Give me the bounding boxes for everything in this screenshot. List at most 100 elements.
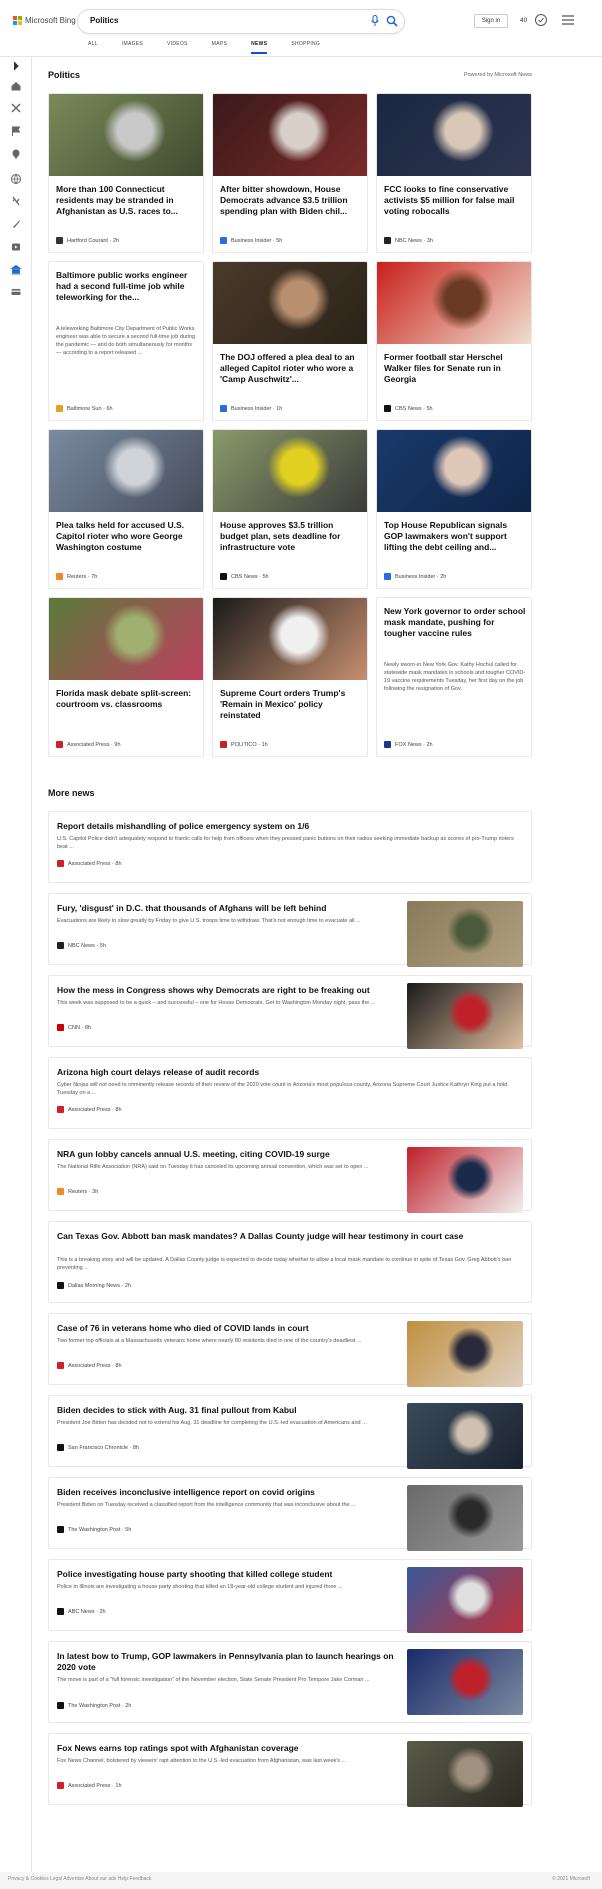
source-name[interactable]: The Washington Post <box>68 1703 120 1709</box>
more-news-title-link[interactable]: Biden receives inconclusive intelligence… <box>57 1487 397 1498</box>
news-card-title[interactable]: More than 100 Connecticut residents may … <box>56 184 198 217</box>
tab-all[interactable]: ALL <box>88 41 98 54</box>
source-name[interactable]: Reuters <box>67 574 86 580</box>
more-news-item[interactable]: Fox News earns top ratings spot with Afg… <box>48 1733 532 1807</box>
bank-icon[interactable] <box>10 264 22 276</box>
news-card-image[interactable] <box>377 94 531 176</box>
more-news-item[interactable]: How the mess in Congress shows why Democ… <box>48 975 532 1049</box>
tab-shopping[interactable]: SHOPPING <box>291 41 320 54</box>
more-news-title-link[interactable]: Report details mishandling of police eme… <box>57 821 523 832</box>
home-icon[interactable] <box>10 80 22 92</box>
more-news-title-link[interactable]: Police investigating house party shootin… <box>57 1569 397 1580</box>
source-name[interactable]: San Francisco Chronicle <box>68 1445 128 1451</box>
news-card-title[interactable]: FCC looks to fine conservative activists… <box>384 184 526 217</box>
source-name[interactable]: Business Insider <box>231 406 271 412</box>
news-card-image[interactable] <box>213 430 367 512</box>
news-card[interactable]: FCC looks to fine conservative activists… <box>376 93 532 253</box>
news-card[interactable]: The DOJ offered a plea deal to an allege… <box>212 261 368 421</box>
more-news-thumbnail[interactable] <box>407 1147 523 1213</box>
news-card-title[interactable]: The DOJ offered a plea deal to an allege… <box>220 352 362 385</box>
more-news-thumbnail[interactable] <box>407 1649 523 1715</box>
news-card-image[interactable] <box>377 430 531 512</box>
more-news-title-link[interactable]: In latest bow to Trump, GOP lawmakers in… <box>57 1651 397 1673</box>
source-name[interactable]: Business Insider <box>231 238 271 244</box>
more-news-title-link[interactable]: Fury, 'disgust' in D.C. that thousands o… <box>57 903 397 914</box>
news-card[interactable]: After bitter showdown, House Democrats a… <box>212 93 368 253</box>
news-card[interactable]: Florida mask debate split-screen: courtr… <box>48 597 204 757</box>
news-card[interactable]: Baltimore public works engineer had a se… <box>48 261 204 421</box>
source-name[interactable]: Hartford Courant <box>67 238 108 244</box>
hamburger-menu-icon[interactable] <box>562 15 574 25</box>
source-name[interactable]: CNN <box>68 1025 80 1031</box>
source-name[interactable]: Baltimore Sun <box>67 406 102 412</box>
entertainment-icon[interactable] <box>10 241 22 253</box>
globe-icon[interactable] <box>10 173 22 185</box>
more-news-item[interactable]: Fury, 'disgust' in D.C. that thousands o… <box>48 893 532 967</box>
source-name[interactable]: CBS News <box>395 406 422 412</box>
more-news-title-link[interactable]: Biden decides to stick with Aug. 31 fina… <box>57 1405 397 1416</box>
news-card-title[interactable]: Supreme Court orders Trump's 'Remain in … <box>220 688 362 721</box>
news-card-image[interactable] <box>49 430 203 512</box>
more-news-title-link[interactable]: How the mess in Congress shows why Democ… <box>57 985 397 996</box>
source-name[interactable]: Associated Press <box>68 1107 111 1113</box>
footer-links[interactable]: Privacy & Cookies Legal Advertise About … <box>8 1876 151 1882</box>
more-news-thumbnail[interactable] <box>407 1321 523 1387</box>
more-news-thumbnail[interactable] <box>407 1567 523 1633</box>
more-news-item[interactable]: In latest bow to Trump, GOP lawmakers in… <box>48 1641 532 1723</box>
more-news-item[interactable]: Police investigating house party shootin… <box>48 1559 532 1633</box>
news-card-title[interactable]: Top House Republican signals GOP lawmake… <box>384 520 526 553</box>
news-card[interactable]: Top House Republican signals GOP lawmake… <box>376 429 532 589</box>
signin-button[interactable]: Sign in <box>474 14 508 28</box>
news-card[interactable]: New York governor to order school mask m… <box>376 597 532 757</box>
news-card-title[interactable]: Baltimore public works engineer had a se… <box>56 270 198 303</box>
more-news-title-link[interactable]: Fox News earns top ratings spot with Afg… <box>57 1743 397 1754</box>
search-box[interactable]: Politics <box>78 10 404 33</box>
source-name[interactable]: Business Insider <box>395 574 435 580</box>
search-icon[interactable] <box>386 15 398 27</box>
tab-news[interactable]: NEWS <box>251 41 268 54</box>
more-news-thumbnail[interactable] <box>407 983 523 1049</box>
more-news-item[interactable]: Arizona high court delays release of aud… <box>48 1057 532 1129</box>
microphone-icon[interactable] <box>370 15 380 27</box>
news-card-title[interactable]: House approves $3.5 trillion budget plan… <box>220 520 362 553</box>
news-card-image[interactable] <box>49 598 203 680</box>
more-news-title-link[interactable]: Arizona high court delays release of aud… <box>57 1067 523 1078</box>
source-name[interactable]: Dallas Morning News <box>68 1283 120 1289</box>
more-news-item[interactable]: Case of 76 in veterans home who died of … <box>48 1313 532 1387</box>
source-name[interactable]: POLITICO <box>231 742 257 748</box>
rewards-icon[interactable] <box>534 13 548 27</box>
more-news-item[interactable]: NRA gun lobby cancels annual U.S. meetin… <box>48 1139 532 1213</box>
flag-icon[interactable] <box>10 125 22 137</box>
source-name[interactable]: ABC News <box>68 1609 95 1615</box>
source-name[interactable]: Associated Press <box>68 1783 111 1789</box>
tab-videos[interactable]: VIDEOS <box>167 41 188 54</box>
news-card[interactable]: Supreme Court orders Trump's 'Remain in … <box>212 597 368 757</box>
source-name[interactable]: Reuters <box>68 1189 87 1195</box>
more-news-thumbnail[interactable] <box>407 901 523 967</box>
more-news-item[interactable]: Report details mishandling of police eme… <box>48 811 532 883</box>
news-card[interactable]: Former football star Herschel Walker fil… <box>376 261 532 421</box>
news-card-title[interactable]: After bitter showdown, House Democrats a… <box>220 184 362 217</box>
sports-icon[interactable] <box>10 102 22 114</box>
news-card[interactable]: Plea talks held for accused U.S. Capitol… <box>48 429 204 589</box>
news-card-image[interactable] <box>213 598 367 680</box>
more-news-item[interactable]: Biden receives inconclusive intelligence… <box>48 1477 532 1551</box>
more-news-title-link[interactable]: Case of 76 in veterans home who died of … <box>57 1323 397 1334</box>
news-card-title[interactable]: Former football star Herschel Walker fil… <box>384 352 526 385</box>
more-news-title-link[interactable]: NRA gun lobby cancels annual U.S. meetin… <box>57 1149 397 1160</box>
news-card[interactable]: House approves $3.5 trillion budget plan… <box>212 429 368 589</box>
search-input[interactable]: Politics <box>90 16 118 25</box>
source-name[interactable]: Associated Press <box>68 1363 111 1369</box>
news-card-title[interactable]: New York governor to order school mask m… <box>384 606 526 639</box>
news-card-title[interactable]: Florida mask debate split-screen: courtr… <box>56 688 198 710</box>
more-news-item[interactable]: Can Texas Gov. Abbott ban mask mandates?… <box>48 1221 532 1303</box>
source-name[interactable]: NBC News <box>395 238 422 244</box>
rewards-points[interactable]: 40 <box>520 17 527 24</box>
source-name[interactable]: CBS News <box>231 574 258 580</box>
more-news-item[interactable]: Biden decides to stick with Aug. 31 fina… <box>48 1395 532 1469</box>
money-icon[interactable] <box>10 286 22 298</box>
more-news-title-link[interactable]: Can Texas Gov. Abbott ban mask mandates?… <box>57 1231 523 1242</box>
rocket-icon[interactable] <box>10 218 22 230</box>
source-name[interactable]: NBC News <box>68 943 95 949</box>
news-card-image[interactable] <box>377 262 531 344</box>
